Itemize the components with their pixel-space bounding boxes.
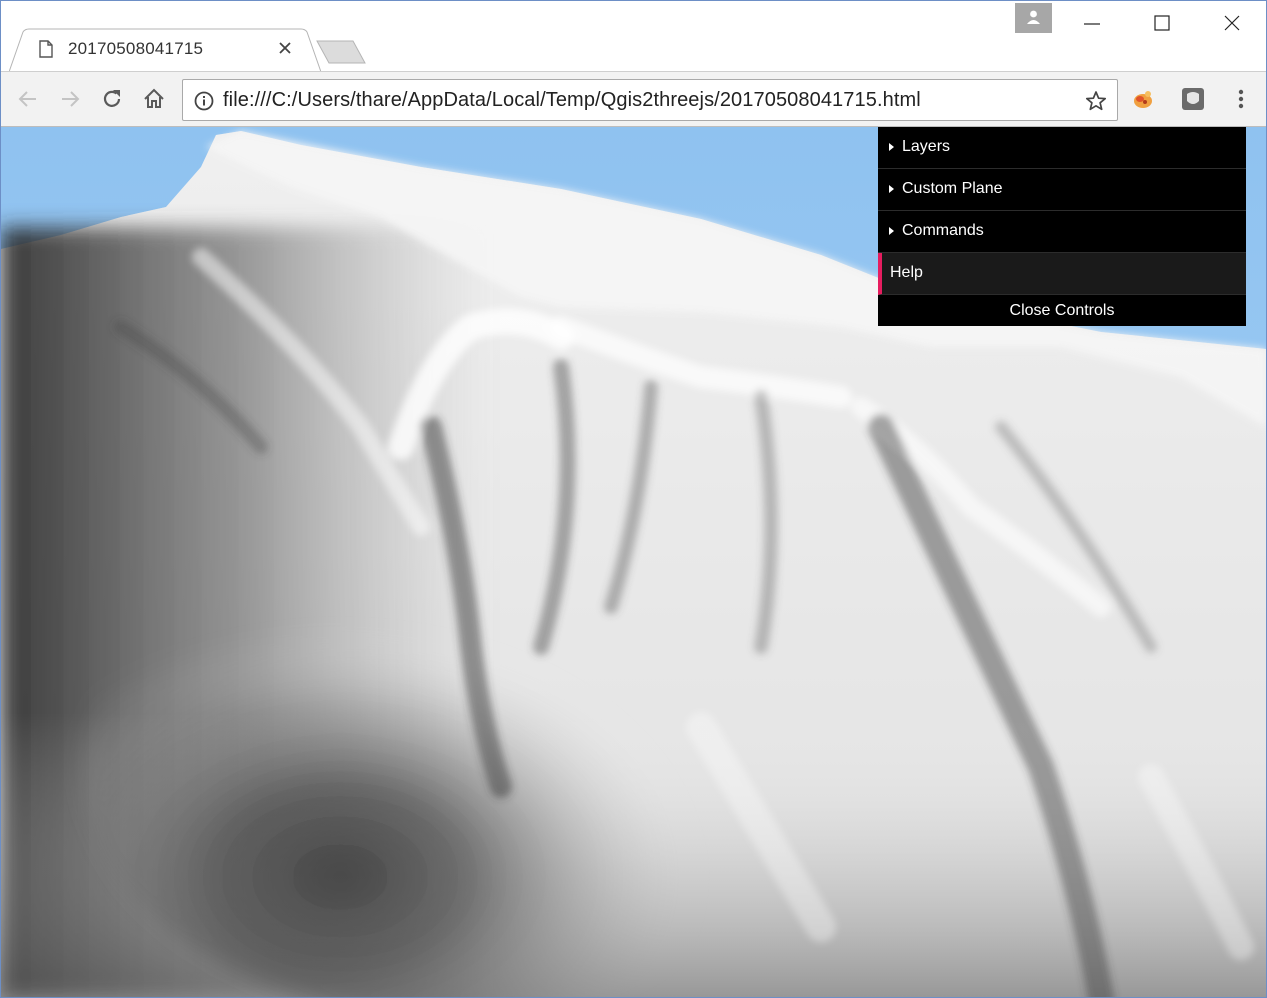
close-controls-button[interactable]: Close Controls xyxy=(878,295,1246,326)
window-close-icon[interactable] xyxy=(1208,7,1254,39)
page-icon xyxy=(39,40,53,58)
forward-arrow-icon[interactable] xyxy=(57,86,83,112)
close-icon[interactable] xyxy=(277,40,293,56)
triangle-right-icon xyxy=(889,227,894,235)
info-icon[interactable] xyxy=(193,90,215,112)
minimize-icon[interactable] xyxy=(1069,7,1115,39)
folder-label: Layers xyxy=(902,138,951,155)
folder-label: Custom Plane xyxy=(902,180,1003,197)
kebab-menu-icon[interactable] xyxy=(1231,86,1251,112)
browser-toolbar: file:///C:/Users/thare/AppData/Local/Tem… xyxy=(1,71,1266,127)
new-tab-button[interactable] xyxy=(315,39,367,65)
star-icon[interactable] xyxy=(1084,89,1108,113)
reload-icon[interactable] xyxy=(99,86,125,112)
extension-icon[interactable] xyxy=(1179,85,1207,113)
controls-panel: Layers Custom Plane Commands Help Close … xyxy=(878,127,1246,326)
person-icon xyxy=(1027,10,1040,24)
extension-icon[interactable] xyxy=(1129,85,1157,113)
triangle-right-icon xyxy=(889,143,894,151)
tab-strip: 20170508041715 xyxy=(1,1,1266,72)
folder-custom-plane[interactable]: Custom Plane xyxy=(878,169,1246,211)
terrain-viewport[interactable]: Layers Custom Plane Commands Help Close … xyxy=(1,127,1266,997)
browser-tab[interactable]: 20170508041715 xyxy=(9,28,321,72)
maximize-icon[interactable] xyxy=(1138,7,1184,39)
back-arrow-icon[interactable] xyxy=(15,86,41,112)
tab-title: 20170508041715 xyxy=(68,39,204,58)
folder-layers[interactable]: Layers xyxy=(878,127,1246,169)
help-label: Help xyxy=(890,264,923,281)
folder-label: Commands xyxy=(902,222,984,239)
folder-commands[interactable]: Commands xyxy=(878,211,1246,253)
browser-window: 20170508041715 file:///C:/Users/thare/Ap… xyxy=(0,0,1267,998)
help-item[interactable]: Help xyxy=(878,253,1246,295)
address-bar[interactable]: file:///C:/Users/thare/AppData/Local/Tem… xyxy=(182,79,1118,121)
url-text[interactable]: file:///C:/Users/thare/AppData/Local/Tem… xyxy=(223,89,921,112)
home-icon[interactable] xyxy=(141,86,167,112)
profile-button[interactable] xyxy=(1015,3,1052,33)
triangle-right-icon xyxy=(889,185,894,193)
